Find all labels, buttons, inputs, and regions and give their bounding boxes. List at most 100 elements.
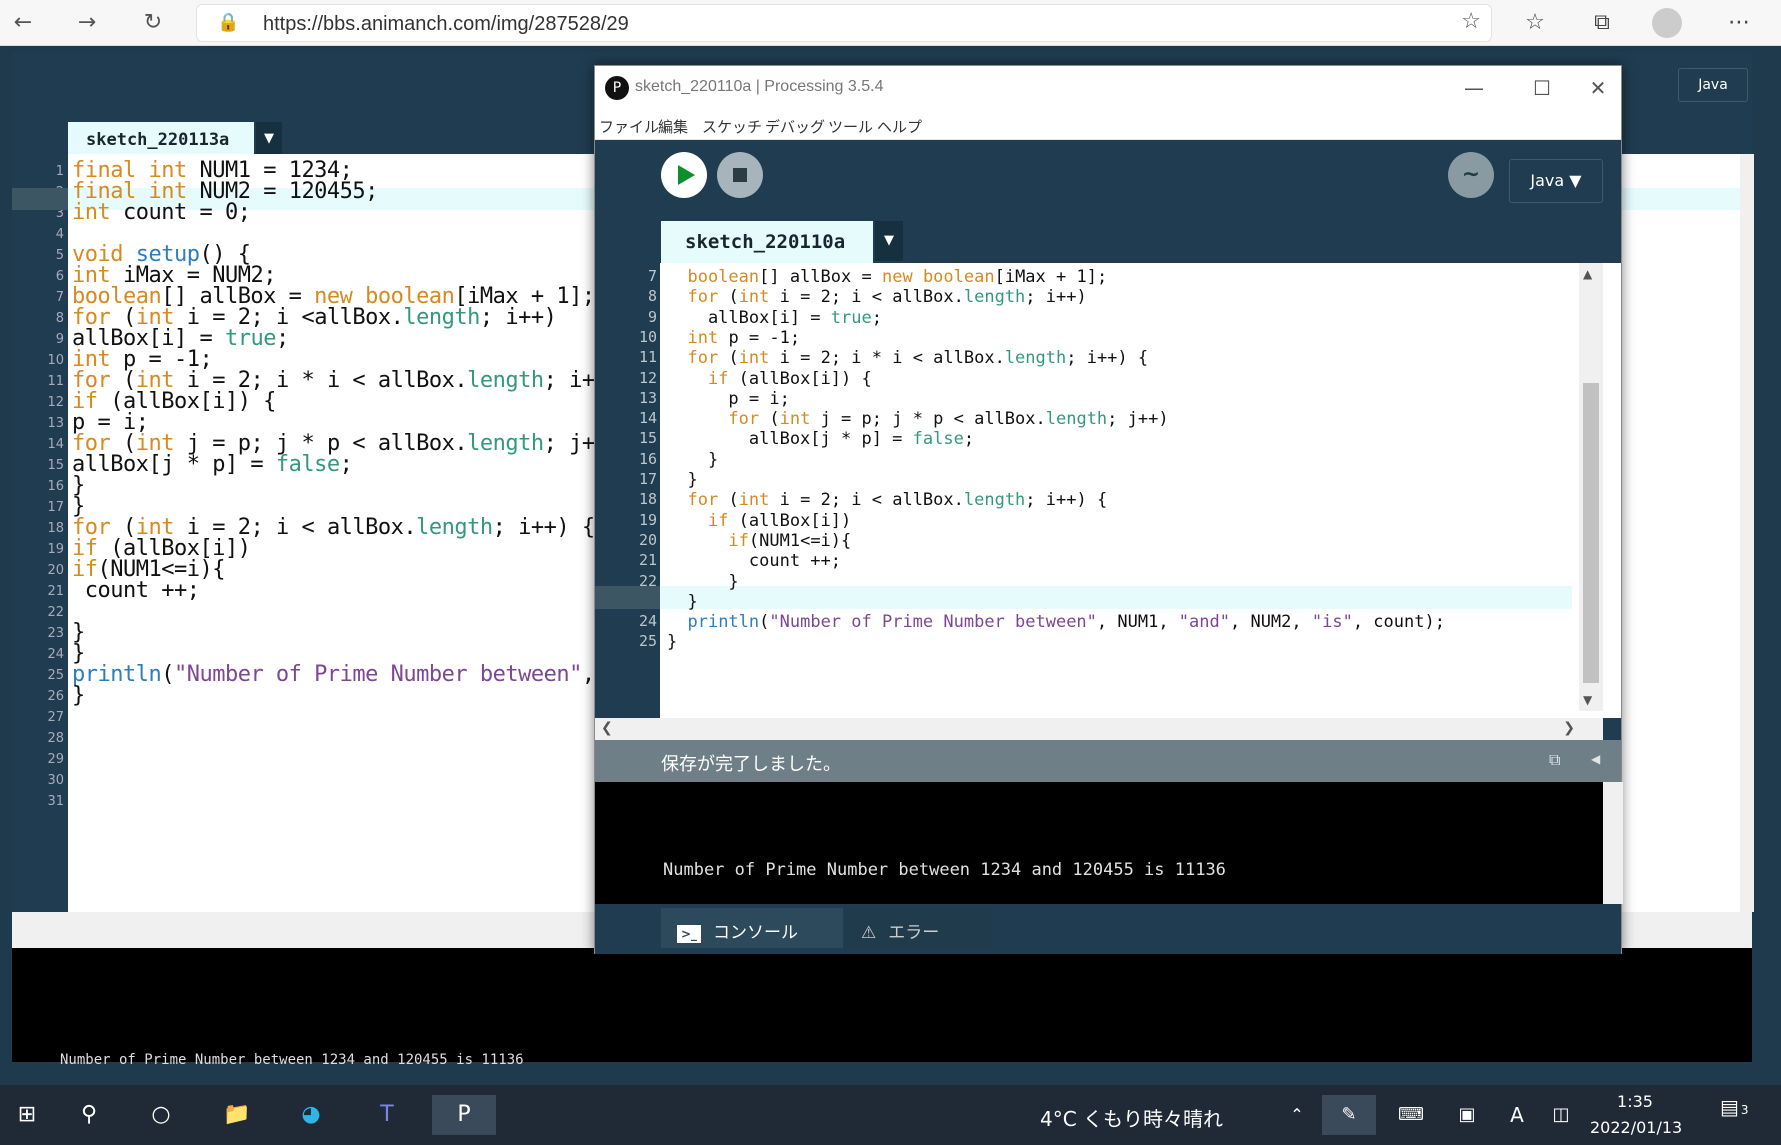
- line-number-gutter: 78910111213141516171819202122232425: [595, 263, 660, 718]
- line-number: 15: [638, 429, 657, 448]
- bg-code-line: count ++;: [72, 578, 200, 603]
- edge-icon[interactable]: ◕: [284, 1095, 338, 1135]
- bg-line-number: 28: [47, 731, 64, 746]
- scroll-left-icon[interactable]: ❮: [601, 720, 613, 736]
- collections-icon[interactable]: ⧉: [1585, 6, 1619, 40]
- code-line: if(NUM1<=i){: [728, 530, 852, 551]
- menu-file[interactable]: ファイル: [599, 116, 659, 137]
- menu-edit[interactable]: 編集: [658, 116, 688, 137]
- bg-line-number: 4: [55, 227, 64, 242]
- bg-line-number: 6: [55, 269, 64, 284]
- code-line: allBox[j * p] = false;: [667, 429, 975, 450]
- profile-avatar[interactable]: [1652, 8, 1682, 38]
- windows-taskbar: ⊞ ⚲ ○ 📁 ◕ T P 4°C くもり時々晴れ ⌃ ✎ ⌨ ▣ A ◫ 1:…: [0, 1085, 1781, 1145]
- cortana-icon[interactable]: ○: [134, 1095, 188, 1135]
- code-line: if (allBox[i]): [707, 510, 852, 531]
- stop-icon: [733, 168, 747, 182]
- reload-icon[interactable]: ↻: [138, 8, 168, 38]
- bg-line-number: 7: [55, 290, 64, 305]
- line-number: 21: [638, 551, 657, 570]
- processing-taskbar-icon[interactable]: P: [432, 1095, 496, 1135]
- horizontal-scrollbar[interactable]: ❮ ❯: [595, 718, 1603, 740]
- sketch-tab[interactable]: sketch_220110a: [661, 221, 873, 263]
- scroll-right-icon[interactable]: ❯: [1563, 720, 1575, 736]
- mode-selector[interactable]: Java ▼: [1509, 159, 1603, 203]
- menu-bar: ファイル 編集 スケッチ デバッグ ツール ヘルプ: [595, 110, 1621, 140]
- line-number: 16: [638, 449, 657, 468]
- scroll-thumb[interactable]: [1583, 383, 1599, 683]
- warning-icon: ⚠: [861, 923, 877, 943]
- menu-help[interactable]: ヘルプ: [877, 116, 922, 137]
- more-menu-icon[interactable]: ⋯: [1722, 6, 1756, 40]
- menu-tools[interactable]: ツール: [828, 116, 873, 137]
- tray-chevron-icon[interactable]: ⌃: [1270, 1095, 1324, 1135]
- line-number: 9: [647, 307, 657, 326]
- scroll-down-icon[interactable]: ▼: [1583, 693, 1592, 707]
- console-area: [595, 782, 1603, 904]
- bg-line-number: 16: [47, 479, 64, 494]
- code-editor[interactable]: 78910111213141516171819202122232425 bool…: [595, 263, 1621, 718]
- debug-button[interactable]: ∼: [1448, 152, 1494, 198]
- bg-tab-dropdown-icon: ▼: [256, 122, 282, 156]
- bg-line-number: 30: [47, 773, 64, 788]
- line-number: 10: [638, 327, 657, 346]
- run-button[interactable]: [661, 152, 707, 198]
- clock[interactable]: 1:35 2022/01/13: [1590, 1089, 1682, 1141]
- code-line: count ++;: [667, 551, 841, 572]
- favorites-icon[interactable]: ☆: [1518, 6, 1552, 40]
- line-number: 14: [638, 409, 657, 428]
- console-tab[interactable]: >_ コンソール: [661, 908, 843, 948]
- bg-sketch-tab: sketch_220113a: [68, 122, 254, 156]
- teams-icon[interactable]: T: [360, 1095, 414, 1135]
- scroll-up-icon[interactable]: ▲: [1583, 267, 1592, 281]
- bg-line-number: 26: [47, 689, 64, 704]
- browser-toolbar: ← → ↻ 🔒 https://bbs.animanch.com/img/287…: [0, 0, 1781, 46]
- arrow-right-icon[interactable]: →: [72, 8, 102, 38]
- stop-button[interactable]: [717, 152, 763, 198]
- code-line: for (int i = 2; i < allBox.length; i++): [687, 287, 1087, 308]
- code-line: p = i;: [667, 388, 790, 409]
- bg-line-number: 23: [47, 626, 64, 641]
- bg-line-number: 12: [47, 395, 64, 410]
- file-explorer-icon[interactable]: 📁: [210, 1095, 264, 1135]
- address-bar[interactable]: 🔒 https://bbs.animanch.com/img/287528/29…: [196, 4, 1492, 42]
- error-tab[interactable]: ⚠ エラー: [845, 908, 993, 948]
- windows-start-icon[interactable]: ⊞: [0, 1095, 54, 1135]
- line-number: 11: [638, 348, 657, 367]
- bg-line-number: 18: [47, 521, 64, 536]
- add-favorite-icon[interactable]: ☆: [1461, 9, 1481, 34]
- status-bar: 保存が完了しました。 ⧉ ◀: [595, 740, 1621, 782]
- console-scrollbar[interactable]: [1603, 782, 1623, 904]
- weather-widget[interactable]: 4°C くもり時々晴れ: [1040, 1103, 1223, 1132]
- clock-time: 1:35: [1617, 1092, 1653, 1111]
- notification-center[interactable]: ▤ 3: [1720, 1095, 1749, 1119]
- copy-icon[interactable]: ⧉: [1549, 750, 1560, 770]
- bg-line-number: 22: [47, 605, 64, 620]
- ime-mode-icon[interactable]: ◫: [1534, 1095, 1588, 1135]
- vertical-scrollbar[interactable]: ▲ ▼: [1579, 263, 1603, 711]
- line-number: 7: [647, 267, 657, 285]
- menu-debug[interactable]: デバッグ: [765, 116, 825, 137]
- code-line: int p = -1;: [687, 327, 801, 348]
- keyboard-icon[interactable]: ⌨: [1384, 1095, 1438, 1135]
- menu-sketch[interactable]: スケッチ: [702, 116, 762, 137]
- bg-line-number: 13: [47, 416, 64, 431]
- bg-line-number: 15: [47, 458, 64, 473]
- code-line: }: [667, 571, 739, 592]
- maximize-button[interactable]: ☐: [1519, 72, 1565, 104]
- pen-icon[interactable]: ✎: [1322, 1095, 1376, 1135]
- close-button[interactable]: ✕: [1575, 72, 1621, 104]
- current-line-highlight: [660, 586, 1572, 609]
- tab-dropdown-icon[interactable]: ▼: [875, 221, 903, 261]
- bg-line-number: 27: [47, 710, 64, 725]
- search-icon[interactable]: ⚲: [62, 1095, 116, 1135]
- minimize-button[interactable]: —: [1451, 72, 1497, 104]
- bg-vertical-scrollbar: [1740, 154, 1754, 912]
- console-output: Number of Prime Number between 1234 and …: [663, 860, 1226, 880]
- collapse-icon[interactable]: ◀: [1591, 752, 1600, 766]
- network-icon[interactable]: ▣: [1440, 1095, 1494, 1135]
- arrow-left-icon[interactable]: ←: [8, 8, 38, 38]
- lock-icon: 🔒: [217, 12, 240, 33]
- code-line: for (int j = p; j * p < allBox.length; j…: [728, 409, 1169, 430]
- code-line: }: [667, 449, 719, 470]
